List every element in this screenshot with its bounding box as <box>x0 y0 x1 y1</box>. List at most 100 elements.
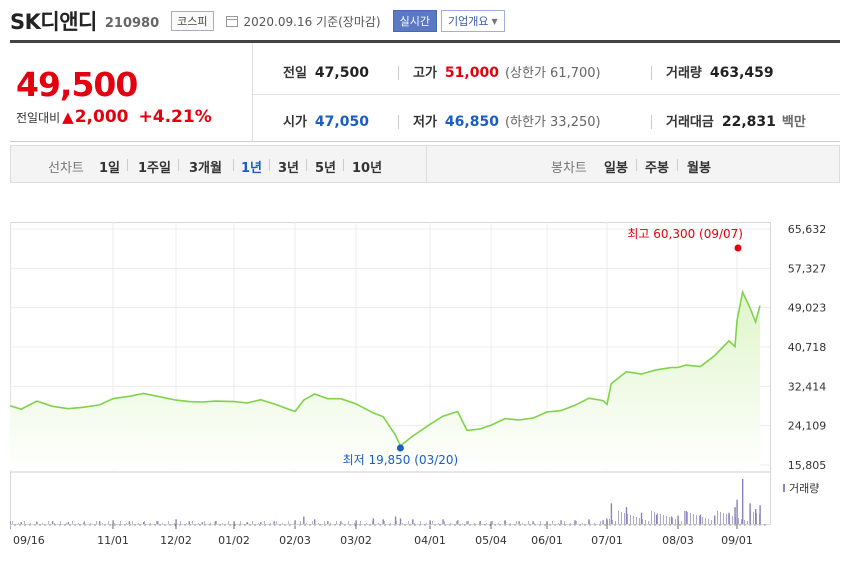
y-tick-label: 40,718 <box>788 341 827 354</box>
volume-bar <box>402 523 403 524</box>
up-arrow-icon: ▲ <box>62 108 74 126</box>
volume-legend-swatch <box>783 484 785 492</box>
volume-bar <box>528 521 529 524</box>
volume-bar <box>366 523 367 524</box>
divider <box>127 159 128 171</box>
volume-bar <box>753 512 754 524</box>
volume-bar <box>615 521 616 524</box>
volume-bar <box>222 523 223 524</box>
volume-bar <box>399 518 402 524</box>
volume-bar <box>714 521 715 524</box>
period-3m[interactable]: 3개월 <box>189 157 222 176</box>
volume-bar <box>114 523 115 524</box>
volume-bar <box>432 521 433 524</box>
volume-bar <box>186 523 187 524</box>
realtime-button[interactable]: 실시간 <box>392 10 437 32</box>
volume-bar <box>510 523 511 524</box>
high-value: 51,000 <box>444 65 499 81</box>
volume-bar <box>258 523 259 524</box>
volume-bar <box>54 523 55 524</box>
volume-bar <box>48 521 49 524</box>
volume-bar <box>609 519 610 524</box>
volume-bar <box>216 521 217 524</box>
volume-bar <box>98 521 101 524</box>
period-monthly[interactable]: 월봉 <box>687 157 711 176</box>
volume-bar <box>678 520 679 524</box>
volume-bar <box>711 520 712 524</box>
volume-bar <box>201 522 203 524</box>
x-tick-label: 03/02 <box>340 534 372 547</box>
volume-bar <box>690 513 691 524</box>
x-tick-label: 04/01 <box>414 534 446 547</box>
volume-bar <box>546 523 547 524</box>
period-3y[interactable]: 3년 <box>278 157 299 176</box>
volume-bar <box>657 513 658 524</box>
volume-bar <box>260 522 262 524</box>
volume-bar <box>633 516 634 524</box>
low-cell: 저가 46,850 (하한가 33,250) <box>413 111 601 131</box>
volume-bar <box>606 518 607 524</box>
volume-bar <box>466 521 468 524</box>
volume-bar <box>600 521 601 524</box>
period-weekly[interactable]: 주봉 <box>645 157 669 176</box>
volume-bar <box>708 519 709 524</box>
volume-bar <box>234 523 235 524</box>
volume-bar <box>18 523 19 524</box>
volume-bar <box>564 521 565 524</box>
prev-close-label: 전일 <box>283 66 307 81</box>
volume-bar <box>735 517 736 524</box>
open-value: 47,050 <box>314 114 369 130</box>
volume-bar <box>108 521 109 524</box>
y-tick-label: 32,414 <box>788 380 827 393</box>
volume-bar <box>426 523 427 524</box>
quote-grid: 전일 47,500 고가 51,000 (상한가 61,700) 거래량 463… <box>253 43 840 142</box>
volume-bar <box>442 519 444 524</box>
volume-bar <box>516 521 517 524</box>
volume-bar <box>90 523 91 524</box>
period-1w[interactable]: 1주일 <box>138 157 171 176</box>
x-tick-label: 06/01 <box>531 534 563 547</box>
volume-bar <box>414 523 415 524</box>
candle-chart-label: 봉차트 <box>551 161 587 176</box>
volume-bar <box>175 519 177 524</box>
company-info-button[interactable]: 기업개요 ▼ <box>440 10 505 32</box>
volume-bar <box>618 511 619 524</box>
volume-bar <box>20 522 22 524</box>
volume-bar <box>588 521 589 524</box>
volume-bar <box>378 523 379 524</box>
volume-bar <box>693 514 694 524</box>
volume-bar <box>303 516 305 524</box>
period-1y[interactable]: 1년 <box>241 157 262 176</box>
volume-bar <box>602 520 604 524</box>
volume-bar <box>330 523 331 524</box>
volume-value: 463,459 <box>709 65 774 81</box>
volume-bar <box>382 519 384 524</box>
volume-bar <box>747 521 748 524</box>
volume-bar <box>120 521 121 524</box>
current-price-panel: 49,500 전일대비 ▲ 2,000 +4.21% <box>10 43 253 142</box>
volume-bar <box>412 519 414 524</box>
volume-bar <box>518 521 520 524</box>
divider <box>651 115 652 129</box>
volume-bar <box>457 520 459 524</box>
volume-bar <box>450 523 451 524</box>
volume-bar <box>324 521 325 524</box>
volume-bar <box>372 521 373 524</box>
volume-bar <box>687 512 688 524</box>
period-1d[interactable]: 1일 <box>99 157 120 176</box>
period-5y[interactable]: 5년 <box>315 157 336 176</box>
period-daily[interactable]: 일봉 <box>604 157 628 176</box>
date-text: 2020.09.16 기준(장마감) <box>243 14 381 29</box>
volume-bar <box>228 521 229 524</box>
volume-bar <box>294 523 295 524</box>
prev-close-value: 47,500 <box>314 65 369 81</box>
volume-bar <box>102 523 103 524</box>
volume-legend-label: 거래량 <box>789 482 819 495</box>
volume-bar <box>438 523 439 524</box>
current-price: 49,500 <box>16 65 138 104</box>
volume-bar <box>36 521 37 524</box>
volume-bar <box>180 521 181 524</box>
period-10y[interactable]: 10년 <box>352 157 382 176</box>
volume-bar <box>429 520 431 524</box>
volume-bar <box>492 521 493 524</box>
